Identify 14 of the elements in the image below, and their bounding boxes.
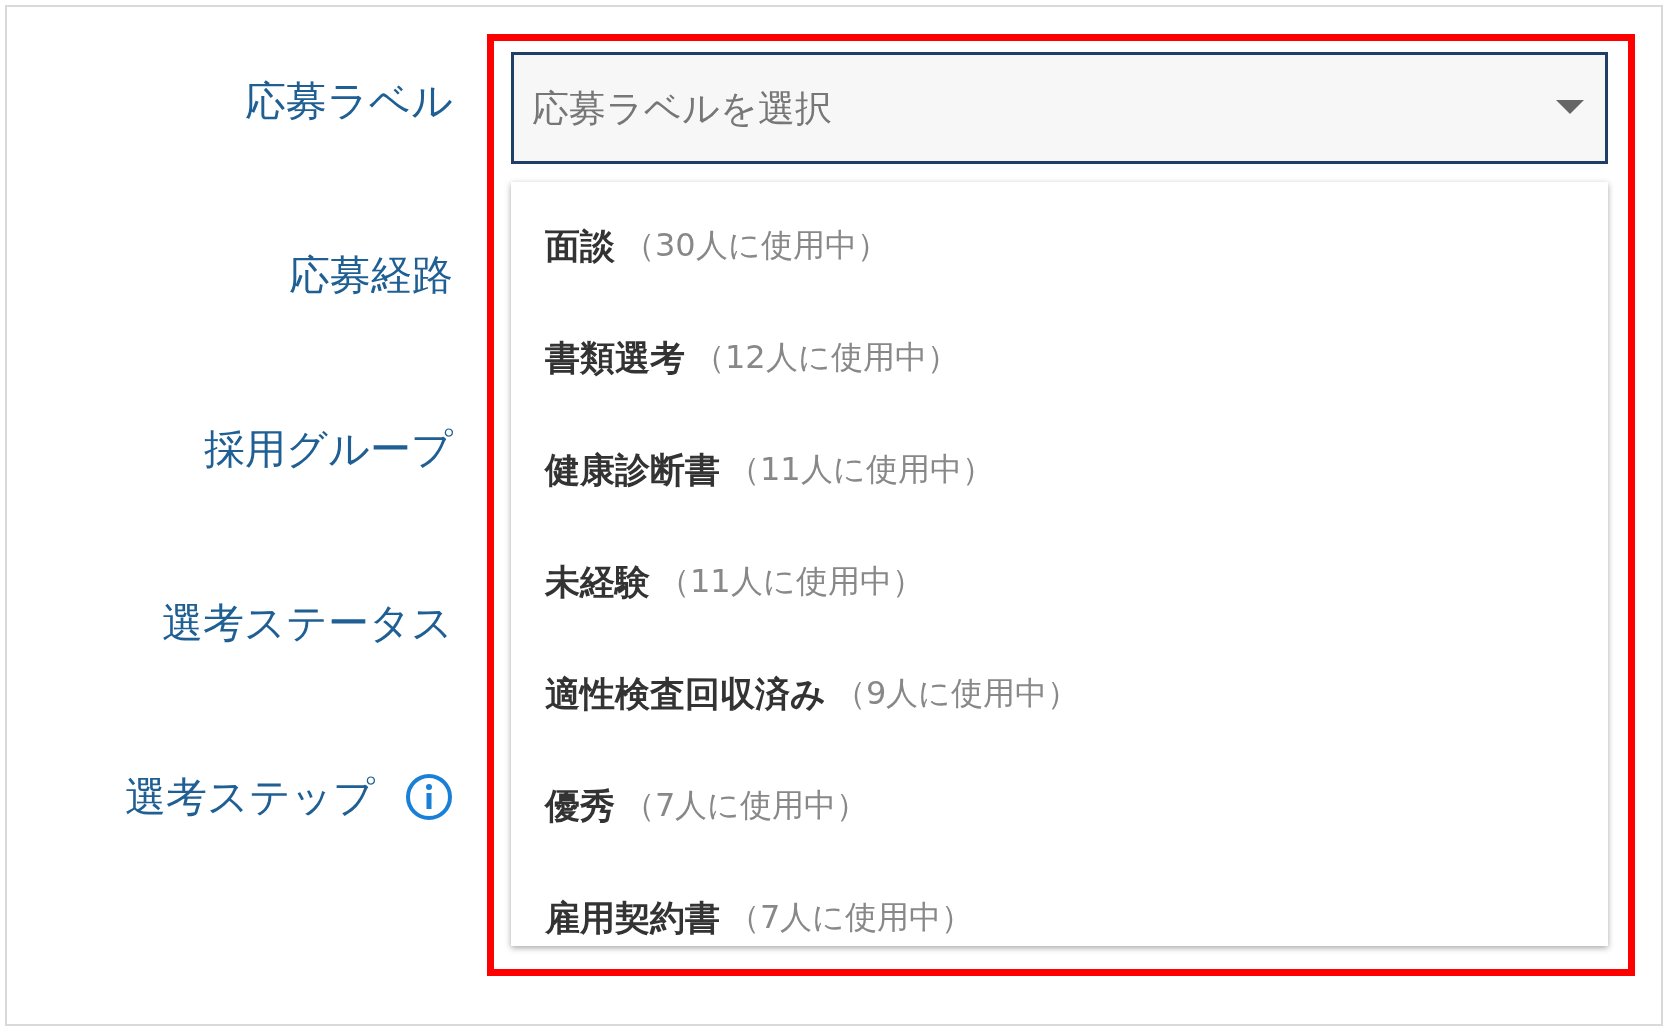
select-field[interactable]: 応募ラベルを選択 [511,52,1608,164]
info-icon[interactable] [405,773,453,821]
dropdown-option[interactable]: 未経験 （11人に使用中） [511,526,1608,638]
field-label: 選考ステップ [125,774,375,820]
field-label: 応募ラベル [245,78,453,124]
dropdown-option[interactable]: 優秀 （7人に使用中） [511,750,1608,862]
dropdown-option[interactable]: 適性検査回収済み （9人に使用中） [511,638,1608,750]
dropdown-option[interactable]: 雇用契約書 （7人に使用中） [511,862,1608,946]
dropdown-option[interactable]: 書類選考 （12人に使用中） [511,302,1608,414]
dropdown-option[interactable]: 面談 （30人に使用中） [511,190,1608,302]
field-label: 応募経路 [289,252,453,298]
dropdown-option[interactable]: 健康診断書 （11人に使用中） [511,414,1608,526]
field-label: 採用グループ [204,426,453,472]
field-label: 選考ステータス [162,600,453,646]
